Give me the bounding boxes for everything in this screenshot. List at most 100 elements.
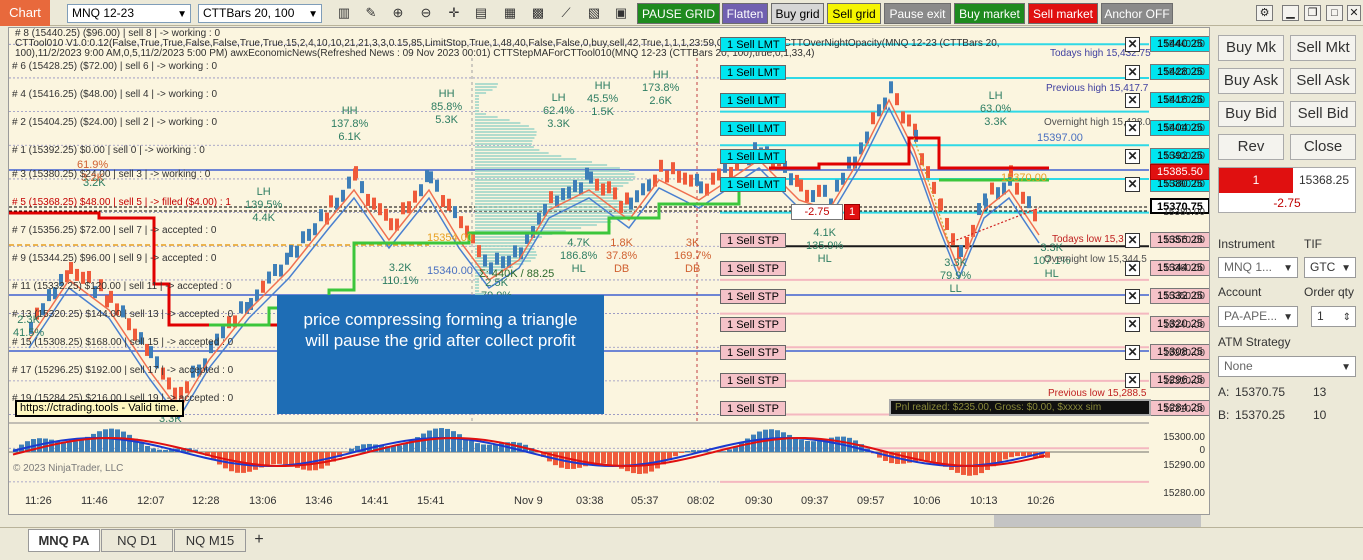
instrument-selector[interactable]: MNQ 12-23 ▼ <box>67 4 191 23</box>
candle <box>945 217 949 230</box>
oscillator-bar <box>73 441 78 452</box>
snapshot-icon[interactable]: ▧ <box>584 4 604 22</box>
sell-stop-order[interactable]: 1 Sell STP ✕ 15344.25 <box>720 260 1209 276</box>
properties-icon[interactable]: ▤ <box>471 4 491 22</box>
order-type: Sell LMT <box>736 123 780 135</box>
restore-icon[interactable]: ❐ <box>1304 5 1321 21</box>
oscillator-bar <box>607 452 612 465</box>
cancel-order-icon[interactable]: ✕ <box>1125 121 1140 136</box>
atm-strategy-select[interactable]: None ▼ <box>1218 356 1356 377</box>
strategies-icon[interactable]: ▦ <box>500 4 520 22</box>
volume-profile-bar <box>475 122 521 124</box>
settings-icon[interactable]: ⚙ <box>1256 5 1273 21</box>
order-badge[interactable]: 1 Sell LMT <box>720 121 786 136</box>
cancel-order-icon[interactable]: ✕ <box>1125 93 1140 108</box>
order-badge[interactable]: 1 Sell LMT <box>720 37 786 52</box>
order-badge[interactable]: 1 Sell LMT <box>720 177 786 192</box>
sell-bid-button[interactable]: Sell Bid <box>1290 101 1356 127</box>
instrument-select[interactable]: MNQ 1... ▼ <box>1218 257 1298 278</box>
pencil-icon[interactable]: ✎ <box>361 4 381 22</box>
buy-grid-button[interactable]: Buy grid <box>771 3 824 24</box>
tab-mnq-pa[interactable]: MNQ PA <box>28 529 100 552</box>
order-badge[interactable]: 1 Sell LMT <box>720 149 786 164</box>
sell-stop-order[interactable]: 1 Sell STP ✕ 15356.25 <box>720 232 1209 248</box>
account-select[interactable]: PA-APE... ▼ <box>1218 306 1298 327</box>
add-tab-button[interactable]: + <box>248 529 270 552</box>
cancel-order-icon[interactable]: ✕ <box>1125 149 1140 164</box>
order-badge[interactable]: 1 Sell STP <box>720 317 786 332</box>
order-badge[interactable]: 1 Sell LMT <box>720 65 786 80</box>
data-box-icon[interactable]: ▣ <box>611 4 631 22</box>
sell-stop-order[interactable]: 1 Sell STP ✕ 15296.25 <box>720 372 1209 388</box>
crosshair-icon[interactable]: ✛ <box>444 4 464 22</box>
tab-nq-m15[interactable]: NQ M15 <box>174 529 246 552</box>
sell-limit-order[interactable]: 1 Sell LMT ✕ 15428.25 <box>720 64 1209 80</box>
volume-profile-bar <box>475 263 524 265</box>
sell-limit-order[interactable]: 1 Sell LMT ✕ 15380.25 <box>720 176 1209 192</box>
sell-limit-order[interactable]: 1 Sell LMT ✕ 15416.25 <box>720 92 1209 108</box>
cancel-order-icon[interactable]: ✕ <box>1125 289 1140 304</box>
sell-stop-order[interactable]: 1 Sell STP ✕ 15308.25 <box>720 344 1209 360</box>
swing-label: 1.8K 37.8% DB <box>606 237 637 276</box>
buy-market-button[interactable]: Buy market <box>954 3 1025 24</box>
order-badge[interactable]: 1 Sell STP <box>720 401 786 416</box>
chart-window-tab[interactable]: Chart <box>0 0 50 26</box>
order-type: Sell STP <box>736 263 779 275</box>
sell-market-panel-button[interactable]: Sell Mkt <box>1290 35 1356 61</box>
order-badge[interactable]: 1 Sell STP <box>720 345 786 360</box>
sell-limit-order[interactable]: 1 Sell LMT ✕ 15392.25 <box>720 148 1209 164</box>
indicators-icon[interactable]: ▩ <box>528 4 548 22</box>
sell-stop-order[interactable]: 1 Sell STP ✕ 15332.25 <box>720 288 1209 304</box>
bar-type-selector-value: CTTBars 20, 100 <box>203 6 295 20</box>
buy-market-panel-button[interactable]: Buy Mk <box>1218 35 1284 61</box>
close-position-button[interactable]: Close <box>1290 134 1356 160</box>
buy-bid-button[interactable]: Buy Bid <box>1218 101 1284 127</box>
pause-exit-button[interactable]: Pause exit <box>884 3 951 24</box>
reverse-button[interactable]: Rev <box>1218 134 1284 160</box>
order-qty-stepper[interactable]: 1 ⇕ <box>1311 306 1356 327</box>
bar-type-selector[interactable]: CTTBars 20, 100 ▼ <box>198 4 322 23</box>
cancel-order-icon[interactable]: ✕ <box>1125 373 1140 388</box>
maximize-icon[interactable]: □ <box>1326 5 1343 21</box>
order-badge[interactable]: 1 Sell STP <box>720 233 786 248</box>
bar-type-icon[interactable]: ▥ <box>334 4 354 22</box>
oscillator-bar <box>103 429 108 452</box>
tif-select[interactable]: GTC ▼ <box>1304 257 1356 278</box>
candle <box>413 190 417 203</box>
tab-nq-d1[interactable]: NQ D1 <box>101 529 173 552</box>
cancel-order-icon[interactable]: ✕ <box>1125 317 1140 332</box>
oscillator-bar <box>139 442 144 452</box>
price-chart[interactable]: # 8 (15440.25) ($96.00) | sell 8 | -> wo… <box>8 27 1210 515</box>
stepper-arrows-icon[interactable]: ⇕ <box>1343 308 1351 327</box>
order-badge[interactable]: 1 Sell LMT <box>720 93 786 108</box>
sell-grid-button[interactable]: Sell grid <box>827 3 881 24</box>
cancel-order-icon[interactable]: ✕ <box>1125 345 1140 360</box>
sell-ask-button[interactable]: Sell Ask <box>1290 68 1356 94</box>
cancel-order-icon[interactable]: ✕ <box>1125 233 1140 248</box>
pause-grid-button[interactable]: PAUSE GRID <box>637 3 720 24</box>
zoom-out-icon[interactable]: ⊖ <box>416 4 436 22</box>
sell-limit-order[interactable]: 1 Sell LMT ✕ 15440.25 <box>720 36 1209 52</box>
order-badge[interactable]: 1 Sell STP <box>720 289 786 304</box>
templates-icon[interactable]: ⟋ <box>556 4 576 22</box>
flatten-button[interactable]: Flatten <box>722 3 768 24</box>
cancel-order-icon[interactable]: ✕ <box>1125 261 1140 276</box>
sell-market-button[interactable]: Sell market <box>1028 3 1098 24</box>
close-icon[interactable]: ✕ <box>1347 5 1361 21</box>
cancel-order-icon[interactable]: ✕ <box>1125 37 1140 52</box>
anchor-off-button[interactable]: Anchor OFF <box>1101 3 1173 24</box>
zoom-in-icon[interactable]: ⊕ <box>388 4 408 22</box>
oscillator-bar <box>973 452 978 476</box>
cancel-order-icon[interactable]: ✕ <box>1125 177 1140 192</box>
volume-profile-bar <box>475 191 616 193</box>
sell-stop-order[interactable]: 1 Sell STP ✕ 15320.25 <box>720 316 1209 332</box>
position-qty-marker[interactable]: 1 <box>844 204 860 220</box>
grid-level-label: # 5 (15368.25) $48.00 | sell 5 | -> fill… <box>12 197 231 208</box>
sell-limit-order[interactable]: 1 Sell LMT ✕ 15404.25 <box>720 120 1209 136</box>
order-badge[interactable]: 1 Sell STP <box>720 373 786 388</box>
order-badge[interactable]: 1 Sell STP <box>720 261 786 276</box>
position-pnl-marker[interactable]: -2.75 <box>791 204 843 220</box>
cancel-order-icon[interactable]: ✕ <box>1125 65 1140 80</box>
minimize-icon[interactable]: ▁ <box>1282 5 1299 21</box>
buy-ask-button[interactable]: Buy Ask <box>1218 68 1284 94</box>
